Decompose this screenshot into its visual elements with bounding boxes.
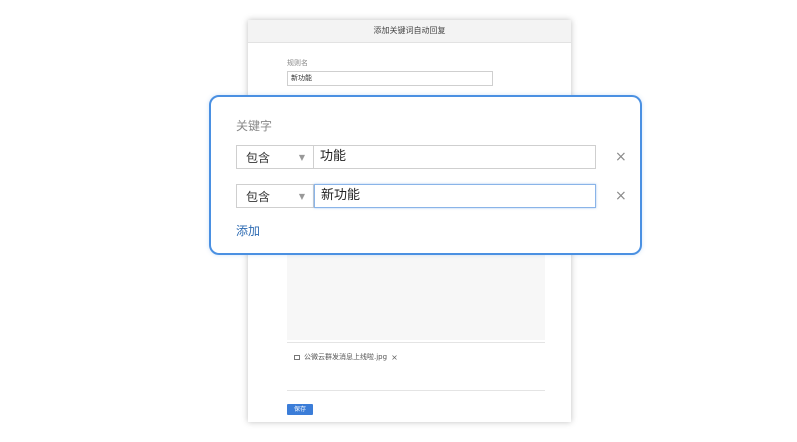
attachment: 公微云群发消息上线啦.jpg × [294, 352, 398, 362]
rule-name-label: 规则名 [287, 59, 308, 67]
match-type-select[interactable]: 包含 ▼ [236, 184, 314, 208]
keyword-row: 包含 ▼ 功能 [236, 144, 596, 170]
chevron-down-icon: ▼ [298, 191, 305, 201]
chevron-down-icon: ▼ [298, 152, 305, 162]
attachment-filename: 公微云群发消息上线啦.jpg [304, 353, 388, 361]
divider [287, 342, 545, 343]
remove-keyword-icon[interactable]: × [615, 189, 627, 203]
dialog-title: 添加关键词自动回复 [248, 20, 571, 43]
reply-content-area[interactable] [287, 250, 545, 340]
keyword-input[interactable]: 功能 [314, 145, 596, 169]
image-icon [294, 354, 300, 360]
keyword-section-title: 关键字 [236, 119, 273, 133]
remove-attachment-icon[interactable]: × [391, 353, 398, 362]
add-keyword-link[interactable]: 添加 [236, 222, 260, 239]
match-type-value: 包含 [246, 189, 271, 204]
remove-keyword-icon[interactable]: × [615, 150, 627, 164]
keyword-row: 包含 ▼ 新功能 [236, 183, 596, 209]
rule-name-input[interactable]: 新功能 [287, 71, 493, 86]
match-type-value: 包含 [246, 150, 271, 165]
divider [287, 390, 545, 391]
match-type-select[interactable]: 包含 ▼ [236, 145, 314, 169]
keyword-input[interactable]: 新功能 [314, 184, 596, 208]
keyword-panel-zoom: 关键字 包含 ▼ 功能 × 包含 ▼ 新功能 × 添加 [209, 95, 642, 255]
save-button[interactable]: 保存 [287, 404, 313, 415]
